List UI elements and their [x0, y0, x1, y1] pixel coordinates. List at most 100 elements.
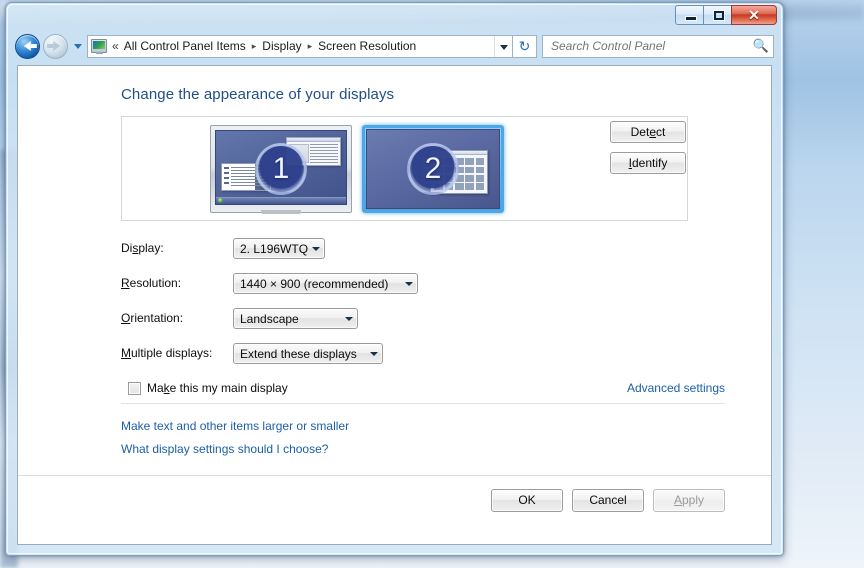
thumbnail-grid	[434, 158, 485, 190]
monitor-2-screen	[366, 129, 500, 209]
thumbnail-bullets	[224, 167, 230, 187]
breadcrumb-item-all-control-panel-items[interactable]: All Control Panel Items	[123, 37, 247, 55]
detect-accelerator: e	[649, 125, 657, 139]
maximize-icon	[714, 11, 724, 20]
advanced-settings-link[interactable]: Advanced settings	[627, 381, 725, 395]
navigation-bar: « All Control Panel Items ▸ Display ▸ Sc…	[9, 30, 780, 62]
make-text-larger-link[interactable]: Make text and other items larger or smal…	[121, 419, 349, 433]
search-input[interactable]	[551, 39, 753, 53]
multiple-displays-label: Multiple displays:	[121, 346, 212, 360]
chevron-down-icon	[341, 309, 357, 328]
footer-divider	[18, 475, 771, 476]
main-display-checkbox-row[interactable]: Make this my main display	[128, 381, 288, 395]
thumbnail-left-pane	[289, 143, 310, 164]
address-bar[interactable]: « All Control Panel Items ▸ Display ▸ Sc…	[87, 34, 513, 58]
detect-label-pre: Det	[630, 125, 650, 139]
start-orb-icon	[218, 198, 223, 203]
resolution-label: Resolution:	[121, 276, 181, 290]
address-dropdown-icon[interactable]	[494, 35, 512, 57]
title-bar: ✕	[6, 3, 783, 29]
what-display-settings-link[interactable]: What display settings should I choose?	[121, 442, 328, 456]
display-label-post: play:	[138, 241, 164, 255]
footer-button-group: OK Cancel Apply	[491, 489, 725, 512]
display-field-row: Display:	[121, 241, 164, 255]
detect-button[interactable]: Detect	[610, 121, 686, 143]
main-display-checkbox-label: Make this my main display	[147, 381, 288, 395]
thumbnail-text-lines	[310, 143, 338, 164]
resolution-select[interactable]: 1440 × 900 (recommended)	[233, 273, 418, 294]
refresh-icon: ↻	[518, 37, 531, 54]
multiple-displays-field-row: Multiple displays:	[121, 346, 212, 360]
thumbnail-text-lines	[231, 167, 268, 187]
taskbar-strip	[216, 197, 346, 204]
detect-label-post: ct	[656, 125, 666, 139]
orientation-select-value: Landscape	[240, 311, 299, 326]
breadcrumb-overflow-icon[interactable]: «	[110, 39, 123, 53]
breadcrumb-separator-icon[interactable]: ▸	[247, 41, 262, 52]
chevron-down-icon	[366, 344, 382, 363]
back-button[interactable]	[15, 33, 40, 59]
orientation-select[interactable]: Landscape	[233, 308, 358, 329]
resolution-field-row: Resolution:	[121, 276, 181, 290]
apply-button[interactable]: Apply	[653, 489, 725, 512]
multiple-displays-select[interactable]: Extend these displays	[233, 343, 383, 364]
minimize-icon	[686, 17, 696, 20]
resolution-label-accelerator: R	[121, 276, 130, 290]
window-thumbnail-icon	[286, 136, 341, 167]
screen-resolution-window: ✕ « All Control Panel Items ▸ Display ▸ …	[5, 2, 784, 556]
ok-button[interactable]: OK	[491, 489, 563, 512]
main-display-label-pre: Ma	[147, 381, 164, 395]
multiple-displays-select-value: Extend these displays	[240, 346, 357, 361]
display-select[interactable]: 2. L196WTQ	[233, 238, 325, 259]
breadcrumb-separator-icon[interactable]: ▸	[303, 41, 318, 52]
orientation-field-row: Orientation:	[121, 311, 183, 325]
multiple-displays-label-post: ultiple displays:	[131, 346, 213, 360]
minimize-button[interactable]	[675, 5, 704, 25]
identify-button[interactable]: Identify	[610, 152, 686, 174]
orientation-label: Orientation:	[121, 311, 183, 325]
forward-button[interactable]	[43, 33, 68, 59]
multiple-displays-label-accelerator: M	[121, 346, 131, 360]
orientation-label-accelerator: O	[121, 311, 131, 325]
apply-label-post: pply	[682, 493, 705, 507]
back-arrow-icon	[23, 41, 37, 51]
chevron-down-icon	[401, 274, 417, 293]
chevron-down-icon	[308, 239, 324, 258]
caption-button-group: ✕	[675, 5, 777, 25]
search-box[interactable]: 🔍	[542, 34, 774, 58]
identify-label-post: dentify	[631, 156, 668, 170]
thumbnail-side-panel	[420, 155, 434, 185]
content-pane: Change the appearance of your displays 1…	[17, 65, 772, 545]
monitor-1-screen	[215, 130, 347, 205]
links-divider	[121, 403, 725, 404]
monitor-thumbnail-1[interactable]: 1	[210, 125, 352, 214]
main-display-checkbox[interactable]	[128, 381, 141, 395]
calendar-window-thumbnail-icon	[420, 150, 489, 194]
close-icon: ✕	[748, 9, 760, 24]
cancel-button[interactable]: Cancel	[572, 489, 644, 512]
display-select-value: 2. L196WTQ	[240, 241, 309, 256]
thumbnail-titlebar	[287, 137, 340, 142]
page-title: Change the appearance of your displays	[121, 86, 395, 103]
breadcrumb-item-screen-resolution[interactable]: Screen Resolution	[317, 37, 417, 55]
display-preview-panel: 1 2	[121, 116, 688, 221]
preview-action-buttons: Detect Identify	[610, 121, 686, 174]
resolution-label-post: esolution:	[129, 276, 182, 290]
close-button[interactable]: ✕	[731, 5, 777, 25]
display-monitor-icon	[91, 39, 107, 54]
recent-pages-button[interactable]	[71, 33, 85, 59]
display-label: Display:	[121, 241, 164, 255]
document-thumbnail-icon	[221, 163, 271, 191]
apply-label-accelerator: A	[673, 493, 682, 507]
maximize-button[interactable]	[703, 5, 732, 25]
resolution-select-value: 1440 × 900 (recommended)	[240, 276, 389, 291]
refresh-button[interactable]: ↻	[513, 34, 537, 58]
monitor-thumbnail-2[interactable]: 2	[362, 125, 504, 213]
thumbnail-titlebar	[431, 151, 488, 156]
breadcrumb-item-display[interactable]: Display	[261, 37, 302, 55]
orientation-label-post: rientation:	[130, 311, 184, 325]
forward-arrow-icon	[46, 41, 60, 51]
display-label-pre: Di	[121, 241, 133, 255]
main-display-label-post: e this my main display	[169, 381, 288, 395]
search-icon: 🔍	[752, 38, 769, 53]
